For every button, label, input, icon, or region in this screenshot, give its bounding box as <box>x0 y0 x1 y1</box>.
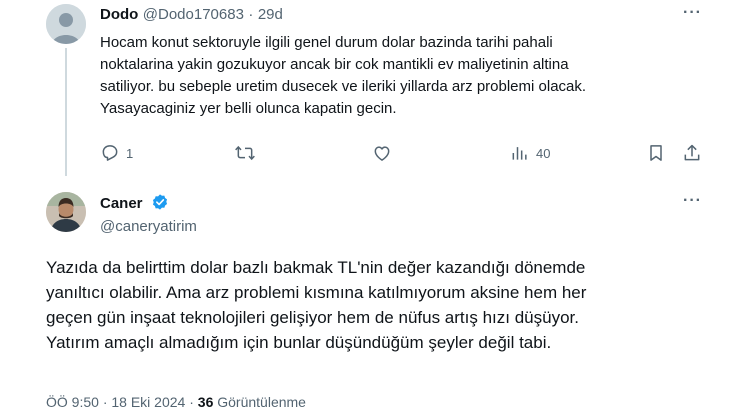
share-button[interactable] <box>682 143 702 163</box>
tweet-views-label: Görüntülenme <box>217 394 306 410</box>
reply-text-line: Yasayacaginiz yer belli olunca kapatin g… <box>100 100 397 117</box>
reply-handle[interactable]: @Dodo170683 <box>143 6 244 23</box>
reply-button[interactable]: 1 <box>100 143 133 163</box>
more-options-button-main[interactable]: ··· <box>683 192 702 210</box>
like-button[interactable] <box>372 143 392 163</box>
profile-photo-icon <box>46 192 86 232</box>
avatar-caner[interactable] <box>46 192 86 232</box>
default-avatar-icon <box>46 4 86 44</box>
analytics-icon <box>512 147 527 160</box>
view-count: 40 <box>536 145 551 161</box>
main-handle[interactable]: @caneryatirim <box>100 218 197 235</box>
bookmark-button[interactable] <box>646 143 666 163</box>
reply-text-line: noktalarina yakin gozukuyor ancak bir co… <box>100 56 569 73</box>
meta-separator: · <box>189 394 194 410</box>
retweet-icon <box>235 145 255 161</box>
main-header: Caner <box>100 193 169 213</box>
reply-icon <box>102 145 118 161</box>
share-icon <box>684 144 700 161</box>
reply-display-name[interactable]: Dodo <box>100 6 138 23</box>
bookmark-icon <box>650 145 662 161</box>
tweet-date[interactable]: 18 Eki 2024 <box>111 394 185 410</box>
reply-time[interactable]: 29d <box>258 6 283 23</box>
main-display-name[interactable]: Caner <box>100 195 143 212</box>
retweet-button[interactable] <box>234 143 256 163</box>
thread-line <box>65 48 67 176</box>
meta-separator: · <box>102 394 108 410</box>
reply-header: Dodo @Dodo170683 · 29d <box>100 6 283 24</box>
tweet-meta: ÖÖ 9:50 · 18 Eki 2024 · 36 Görüntülenme <box>46 394 306 410</box>
more-horizontal-icon: ··· <box>683 192 702 209</box>
more-options-button[interactable]: ··· <box>683 4 702 22</box>
reply-text: Hocam konut sektoruyle ilgili genel duru… <box>100 32 700 120</box>
reply-text-line: satiliyor. bu sebeple uretim dusecek ve … <box>100 78 587 95</box>
main-text-line: Yatırım amaçlı almadığım için bunlar düş… <box>46 333 552 352</box>
views-button[interactable]: 40 <box>510 143 550 163</box>
main-text-line: Yazıda da belirttim dolar bazlı bakmak T… <box>46 258 586 277</box>
main-tweet-text: Yazıda da belirttim dolar bazlı bakmak T… <box>46 255 706 355</box>
tweet-time[interactable]: ÖÖ 9:50 <box>46 394 99 410</box>
main-text-line: geçen gün inşaat teknolojileri gelişiyor… <box>46 308 579 327</box>
tweet-view-count: 36 <box>197 394 214 410</box>
reply-text-line: Hocam konut sektoruyle ilgili genel duru… <box>100 34 553 51</box>
reply-count: 1 <box>126 145 134 161</box>
main-text-line: yanıltıcı olabilir. Ama arz problemi kıs… <box>46 283 587 302</box>
reply-separator: · <box>248 6 254 23</box>
avatar-dodo[interactable] <box>46 4 86 44</box>
heart-icon <box>374 146 390 161</box>
verified-badge-icon <box>152 194 168 210</box>
more-horizontal-icon: ··· <box>683 4 702 21</box>
